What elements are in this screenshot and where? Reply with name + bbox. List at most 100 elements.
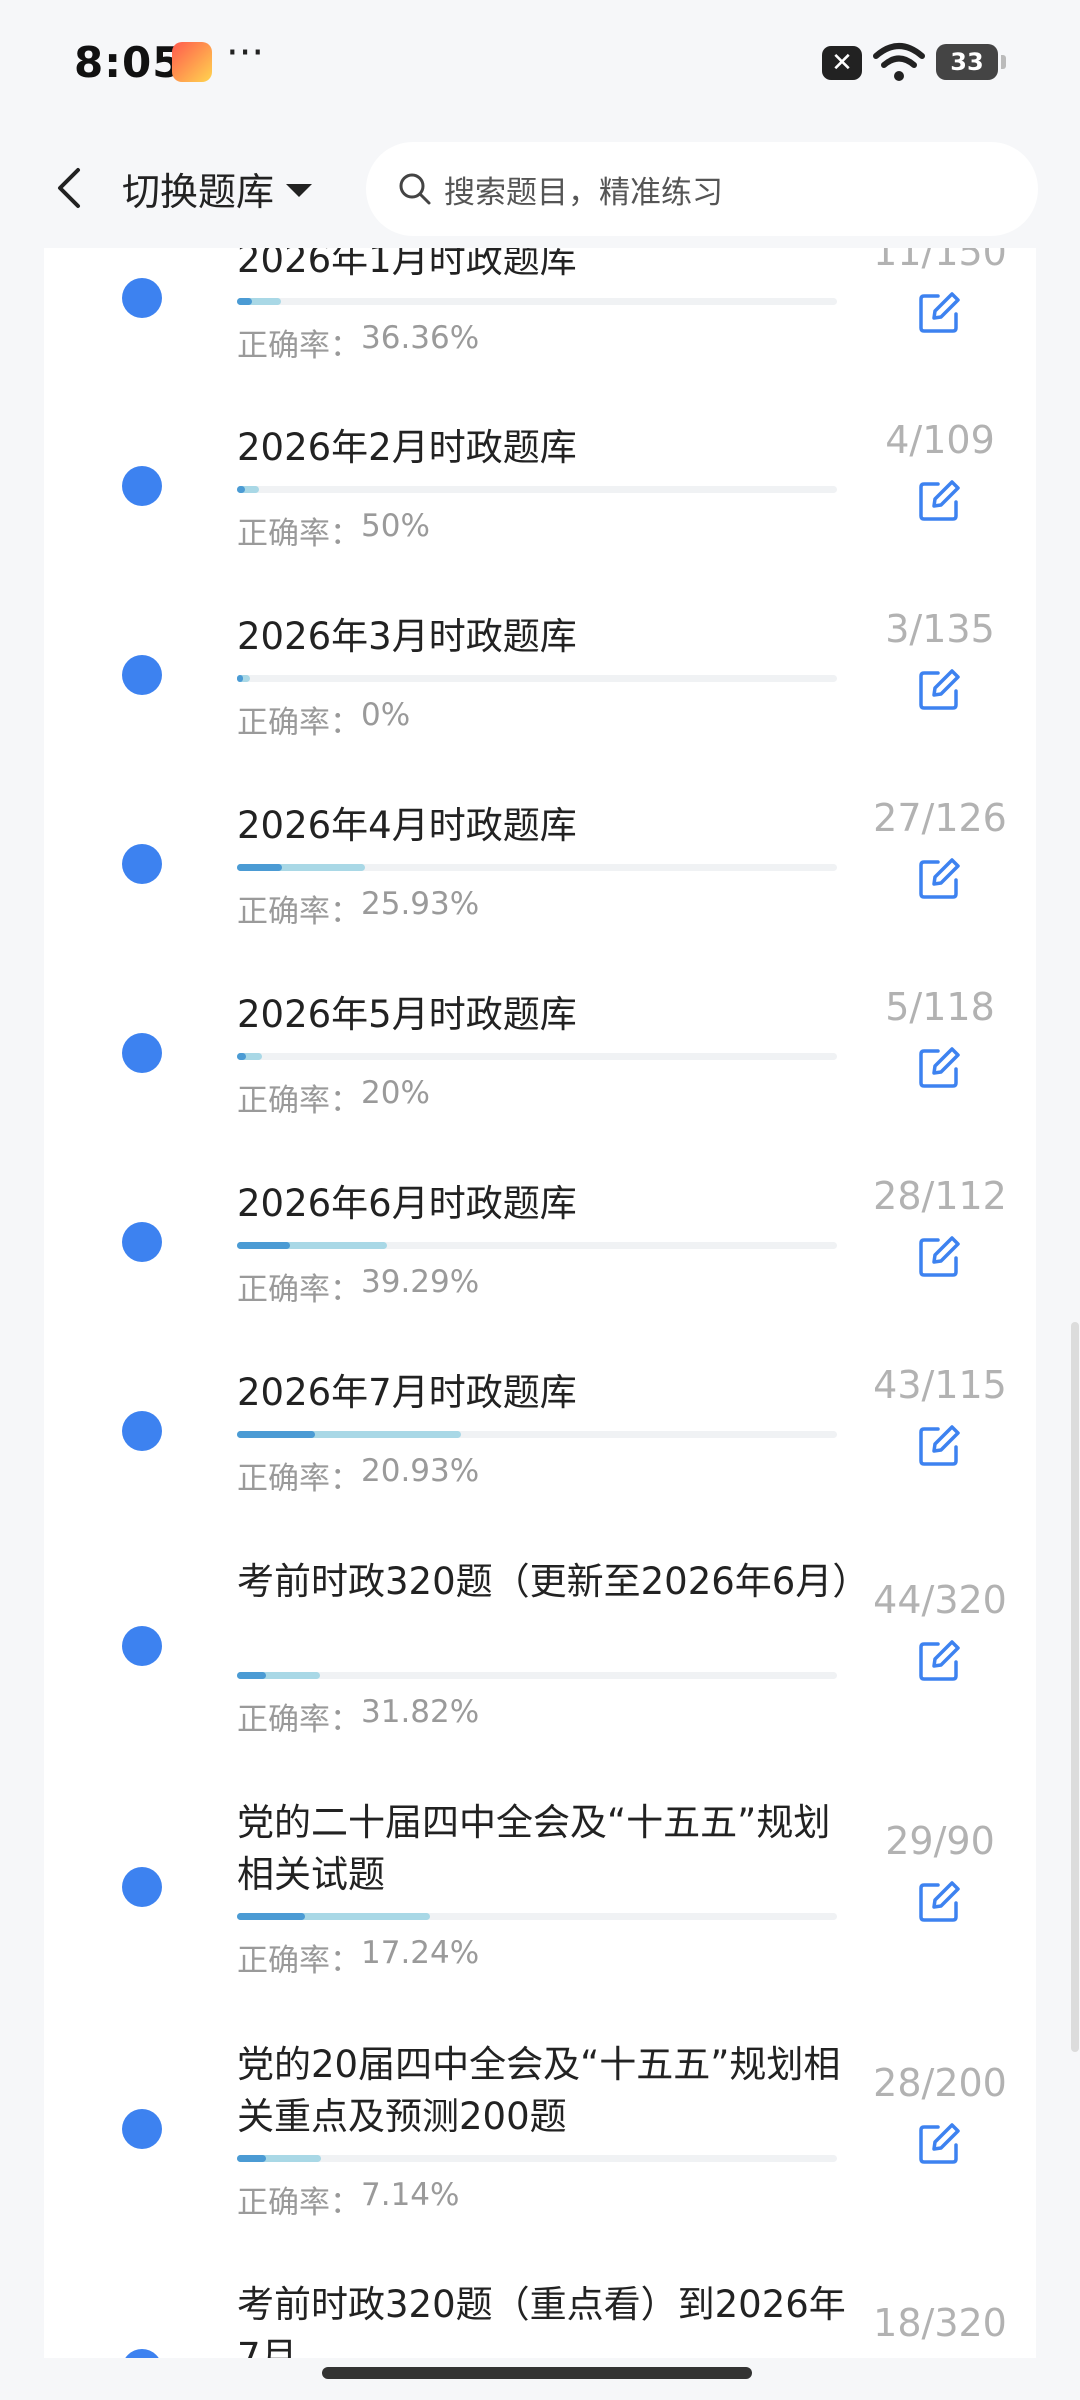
- progress-fill-accent: [237, 2155, 266, 2162]
- answered-count: 44/320: [873, 1578, 1007, 1622]
- accuracy-value: 39.29%: [361, 1264, 480, 1300]
- edit-icon[interactable]: [916, 290, 962, 336]
- close-notification-icon: ✕: [822, 46, 862, 80]
- switch-bank-label: 切换题库: [122, 169, 275, 214]
- accuracy-value: 20%: [361, 1075, 430, 1111]
- back-arrow-icon[interactable]: [40, 156, 104, 220]
- status-time: 8:05: [74, 38, 183, 87]
- progress-fill-accent: [237, 1053, 246, 1060]
- edit-icon[interactable]: [916, 1879, 962, 1925]
- edit-icon[interactable]: [916, 1234, 962, 1280]
- progress-track: [237, 298, 837, 305]
- accuracy-text: 正确率： 20%: [237, 1075, 430, 1120]
- accuracy-value: 31.82%: [361, 1694, 480, 1730]
- bank-list-item[interactable]: 党的二十届四中全会及“十五五”规划相关试题 正确率： 17.24% 29/90: [44, 1781, 1036, 1985]
- edit-icon[interactable]: [916, 2121, 962, 2167]
- progress-track: [237, 1913, 837, 1920]
- answered-count: 28/112: [873, 1174, 1007, 1218]
- status-dot: [122, 466, 162, 506]
- bank-title: 2026年7月时政题库: [237, 1371, 577, 1414]
- scrollbar[interactable]: [1071, 1322, 1079, 2052]
- bank-title: 2026年3月时政题库: [237, 615, 577, 658]
- top-bar: 切换题库 搜索题目，精准练习: [0, 128, 1080, 248]
- accuracy-label: 正确率：: [237, 1702, 361, 1738]
- bank-list-item[interactable]: 党的20届四中全会及“十五五”规划相关重点及预测200题 正确率： 7.14% 2…: [44, 2023, 1036, 2227]
- edit-icon[interactable]: [916, 1045, 962, 1091]
- accuracy-value: 50%: [361, 508, 430, 544]
- bank-title: 2026年2月时政题库: [237, 426, 577, 469]
- status-dot: [122, 1626, 162, 1666]
- question-bank-list: 2026年1月时政题库 正确率： 36.36% 11/150 2026年2月时政题…: [44, 248, 1036, 2358]
- status-dot: [122, 655, 162, 695]
- more-notifications-icon: ···: [226, 30, 265, 76]
- accuracy-label: 正确率：: [237, 1272, 361, 1308]
- bank-title: 2026年5月时政题库: [237, 993, 577, 1036]
- accuracy-text: 正确率： 17.24%: [237, 1935, 479, 1980]
- status-dot: [122, 1867, 162, 1907]
- accuracy-label: 正确率：: [237, 328, 361, 364]
- accuracy-text: 正确率： 39.29%: [237, 1264, 479, 1309]
- accuracy-text: 正确率： 20.93%: [237, 1453, 479, 1498]
- bank-list-item[interactable]: 2026年6月时政题库 正确率： 39.29% 28/112: [44, 1162, 1036, 1314]
- bank-list-item[interactable]: 2026年2月时政题库 正确率： 50% 4/109: [44, 406, 1036, 558]
- status-dot: [122, 1033, 162, 1073]
- wifi-icon: [873, 43, 925, 81]
- bank-title: 2026年4月时政题库: [237, 804, 577, 847]
- bank-title: 考前时政320题（更新至2026年6月）: [237, 1560, 870, 1603]
- answered-count: 28/200: [873, 2061, 1007, 2105]
- bank-list-item[interactable]: 2026年7月时政题库 正确率： 20.93% 43/115: [44, 1351, 1036, 1503]
- edit-icon[interactable]: [916, 478, 962, 524]
- status-bar: 8:05 ··· ✕ 33: [0, 0, 1080, 128]
- answered-count: 43/115: [873, 1363, 1007, 1407]
- status-dot: [122, 2109, 162, 2149]
- accuracy-label: 正确率：: [237, 705, 361, 741]
- progress-track: [237, 675, 837, 682]
- bank-list-item[interactable]: 考前时政320题（重点看）到2026年7月 正确率： 18/320: [44, 2263, 1036, 2358]
- edit-icon[interactable]: [916, 1638, 962, 1684]
- search-placeholder: 搜索题目，精准练习: [444, 174, 723, 211]
- edit-icon[interactable]: [916, 1423, 962, 1469]
- accuracy-value: 7.14%: [361, 2177, 460, 2213]
- home-indicator[interactable]: [322, 2367, 752, 2379]
- bank-list-item[interactable]: 2026年3月时政题库 正确率： 0% 3/135: [44, 595, 1036, 747]
- accuracy-text: 正确率： 31.82%: [237, 1694, 479, 1739]
- bank-list-item[interactable]: 2026年5月时政题库 正确率： 20% 5/118: [44, 973, 1036, 1125]
- progress-fill-accent: [237, 1431, 315, 1438]
- progress-fill-accent: [237, 486, 245, 493]
- accuracy-label: 正确率：: [237, 1943, 361, 1979]
- progress-track: [237, 2155, 837, 2162]
- answered-count: 3/135: [885, 607, 995, 651]
- answered-count: 4/109: [885, 418, 995, 462]
- search-bar[interactable]: 搜索题目，精准练习: [366, 142, 1038, 236]
- status-dot: [122, 278, 162, 318]
- progress-fill-accent: [237, 1913, 305, 1920]
- accuracy-label: 正确率：: [237, 1083, 361, 1119]
- accuracy-text: 正确率： 25.93%: [237, 886, 479, 931]
- bank-title: 2026年6月时政题库: [237, 1182, 577, 1225]
- answered-count: 18/320: [873, 2301, 1007, 2345]
- accuracy-label: 正确率：: [237, 1461, 361, 1497]
- progress-track: [237, 486, 837, 493]
- switch-bank-dropdown[interactable]: 切换题库: [122, 158, 313, 218]
- bank-title: 考前时政320题（重点看）到2026年7月: [237, 2283, 846, 2358]
- status-dot: [122, 844, 162, 884]
- bank-title: 2026年1月时政题库: [237, 248, 577, 281]
- edit-icon[interactable]: [916, 667, 962, 713]
- bank-list-item[interactable]: 考前时政320题（更新至2026年6月） 正确率： 31.82% 44/320: [44, 1540, 1036, 1744]
- status-dot: [122, 1411, 162, 1451]
- bank-title: 党的二十届四中全会及“十五五”规划相关试题: [237, 1801, 831, 1896]
- accuracy-value: 0%: [361, 697, 411, 733]
- accuracy-text: 正确率： 7.14%: [237, 2177, 459, 2222]
- progress-fill-accent: [237, 1242, 290, 1249]
- status-dot: [122, 2349, 162, 2358]
- edit-icon[interactable]: [916, 856, 962, 902]
- progress-track: [237, 1053, 837, 1060]
- accuracy-value: 17.24%: [361, 1935, 480, 1971]
- bank-title: 党的20届四中全会及“十五五”规划相关重点及预测200题: [237, 2043, 841, 2138]
- progress-fill-accent: [237, 864, 282, 871]
- answered-count: 11/150: [873, 248, 1007, 274]
- bank-list-item[interactable]: 2026年1月时政题库 正确率： 36.36% 11/150: [44, 248, 1036, 370]
- accuracy-label: 正确率：: [237, 516, 361, 552]
- bank-list-item[interactable]: 2026年4月时政题库 正确率： 25.93% 27/126: [44, 784, 1036, 936]
- battery-icon: 33: [936, 44, 1006, 80]
